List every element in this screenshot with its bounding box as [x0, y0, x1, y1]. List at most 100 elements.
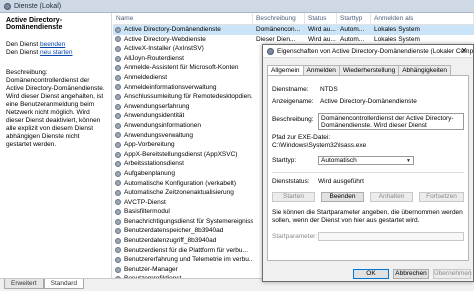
display-name-label: Anzeigename: [272, 98, 314, 105]
service-name-text: Anwendungsverwaltung [124, 131, 194, 139]
ok-button[interactable]: OK [353, 269, 389, 279]
start-button[interactable]: Starten [272, 192, 315, 202]
display-name-value[interactable]: Active Directory-Domänendienste [320, 98, 417, 105]
service-gear-icon [115, 237, 121, 244]
service-gear-icon [115, 26, 121, 33]
service-name-text: AppX-Bereitstellungsdienst (AppXSVC) [124, 150, 238, 158]
service-gear-icon [115, 84, 121, 91]
description-text: Domänencontrollerdienst der Active Direc… [6, 77, 105, 148]
service-desc-cell: Dieser Dien... [256, 35, 296, 43]
service-name-text: Benutzerdienst für die Plattform für ver… [124, 246, 248, 254]
service-name-text: Active Directory-Domänendienste [124, 26, 221, 33]
service-name-text: ActiveX-Installer (AxInstSV) [124, 45, 204, 53]
exe-path-label: Pfad zur EXE-Datei: [272, 134, 331, 141]
service-gear-icon [115, 113, 121, 120]
service-starttype-cell: Autom... [340, 35, 365, 43]
service-name-text: Automatische Zeitzonenaktualisierung [124, 189, 234, 197]
tab-abhaengigkeiten[interactable]: Abhängigkeiten [398, 65, 452, 75]
service-name-text: Active Directory-Webdienste [124, 35, 206, 43]
service-name-cell: Benutzerdatenzugriff_8b3940ad [113, 236, 253, 246]
service-gear-icon [115, 189, 121, 196]
service-gear-icon [115, 170, 121, 177]
column-header-logon[interactable]: Anmelden als [371, 13, 474, 25]
restart-service-link[interactable]: neu starten [40, 49, 73, 56]
column-header-description[interactable]: Beschreibung [253, 13, 305, 25]
apply-button[interactable]: Übernehmen [433, 269, 472, 279]
startup-type-select[interactable]: Automatisch ▼ [318, 156, 414, 165]
service-name-cell: Anwendungsidentität [113, 111, 253, 121]
column-header-status[interactable]: Status [305, 13, 337, 25]
service-name-cell: Anmelde-Assistent für Microsoft-Konten [113, 63, 253, 73]
stop-button[interactable]: Beenden [321, 192, 364, 202]
service-gear-icon [115, 151, 121, 158]
column-header-starttype[interactable]: Starttyp [337, 13, 371, 25]
service-name-text: Automatische Konfiguration (verkabelt) [124, 179, 237, 187]
service-name-text: Benutzer-Manager [124, 265, 178, 273]
service-name-text: Anwendungsinformationen [124, 121, 201, 129]
service-gear-icon [115, 247, 121, 254]
tab-erweitert[interactable]: Erweitert [4, 279, 44, 289]
resume-button[interactable]: Fortsetzen [419, 192, 464, 202]
service-gear-icon [115, 55, 121, 62]
service-name-text: Anwendungserfahrung [124, 102, 190, 110]
start-parameters-label: Startparameter: [272, 233, 318, 240]
cancel-button[interactable]: Abbrechen [393, 269, 429, 279]
service-gear-icon [115, 199, 121, 206]
service-status-label: Dienststatus: [272, 178, 310, 185]
service-name-text: Benutzererfahrung und Telemetrie im verb… [124, 256, 253, 264]
service-name-text: Anwendungsidentität [124, 112, 185, 120]
description-textbox[interactable]: Domänencontrollerdienst der Active Direc… [318, 113, 464, 130]
service-name-text: Anmeldedienst [124, 73, 167, 81]
service-name-text: Anmeldeinformationsverwaltung [124, 83, 217, 91]
service-gear-icon [115, 161, 121, 168]
service-name-text: Benutzerdatenspeicher_8b3940ad [124, 227, 224, 235]
tab-wiederherstellung[interactable]: Wiederherstellung [338, 65, 400, 75]
dialog-title: Eigenschaften von Active Directory-Domän… [277, 47, 473, 55]
start-parameters-input[interactable] [318, 232, 464, 241]
service-name-cell: Anwendungsverwaltung [113, 131, 253, 141]
pause-button[interactable]: Anhalten [370, 192, 413, 202]
service-name-cell: Basisfiltermodul [113, 207, 253, 217]
service-name-cell: AVCTP-Dienst [113, 198, 253, 208]
service-name-cell: Active Directory-Domänendienste [113, 25, 253, 35]
table-row[interactable]: Active Directory-Webdienste Dieser Dien..… [113, 35, 474, 45]
service-name-cell: App-Vorbereitung [113, 140, 253, 150]
restart-service-line: Den Dienst neu starten [6, 49, 73, 56]
service-desc-cell: Domänencon... [256, 26, 301, 33]
service-gear-icon [115, 103, 121, 110]
service-name-cell: Anmeldedienst [113, 73, 253, 83]
properties-dialog: Eigenschaften von Active Directory-Domän… [262, 44, 474, 282]
service-gear-icon [115, 132, 121, 139]
service-name-cell: Benutzer-Manager [113, 265, 253, 275]
service-name-text: Anmelde-Assistent für Microsoft-Konten [124, 64, 239, 72]
service-name-cell: Aufgabenplanung [113, 169, 253, 179]
service-gear-icon [115, 266, 121, 273]
table-row[interactable]: Active Directory-Domänendienste Domänenco… [113, 25, 474, 35]
service-details-pane: Active Directory-Domänendienste Den Dien… [0, 13, 112, 278]
service-gear-icon [115, 209, 121, 216]
exe-path-value: C:\Windows\System32\lsass.exe [272, 142, 367, 149]
services-gear-icon [4, 2, 11, 10]
stop-service-link[interactable]: beenden [40, 41, 65, 48]
description-label: Beschreibung: [272, 116, 314, 123]
start-parameters-note: Sie können die Startparameter angeben, d… [272, 209, 463, 224]
service-gear-icon [115, 228, 121, 235]
general-tab-panel: Dienstname: NTDS Anzeigename: Active Dir… [267, 75, 469, 261]
separator [272, 172, 464, 173]
column-header-row: Name Beschreibung Status Starttyp Anmeld… [113, 13, 474, 25]
service-gear-icon [115, 65, 121, 72]
column-header-name[interactable]: Name [113, 13, 253, 25]
service-logon-cell: Lokales System [374, 26, 420, 33]
service-name-text: Anschlussumleitung für Remotedesktopdien… [124, 93, 253, 101]
service-gear-icon [115, 218, 121, 225]
service-name-text: Aufgabenplanung [124, 169, 175, 177]
service-gear-icon [115, 257, 121, 264]
service-name-text: AllJoyn-Routerdienst [124, 54, 184, 62]
close-icon[interactable]: ✕ [457, 46, 471, 56]
tab-standard[interactable]: Standard [43, 279, 85, 289]
service-name-text: Benutzerdatenzugriff_8b3940ad [124, 237, 217, 245]
tab-anmelden[interactable]: Anmelden [302, 65, 340, 75]
service-name-value: NTDS [320, 86, 338, 93]
service-status-cell: Wird au... [308, 26, 336, 33]
service-gear-icon [115, 74, 121, 81]
